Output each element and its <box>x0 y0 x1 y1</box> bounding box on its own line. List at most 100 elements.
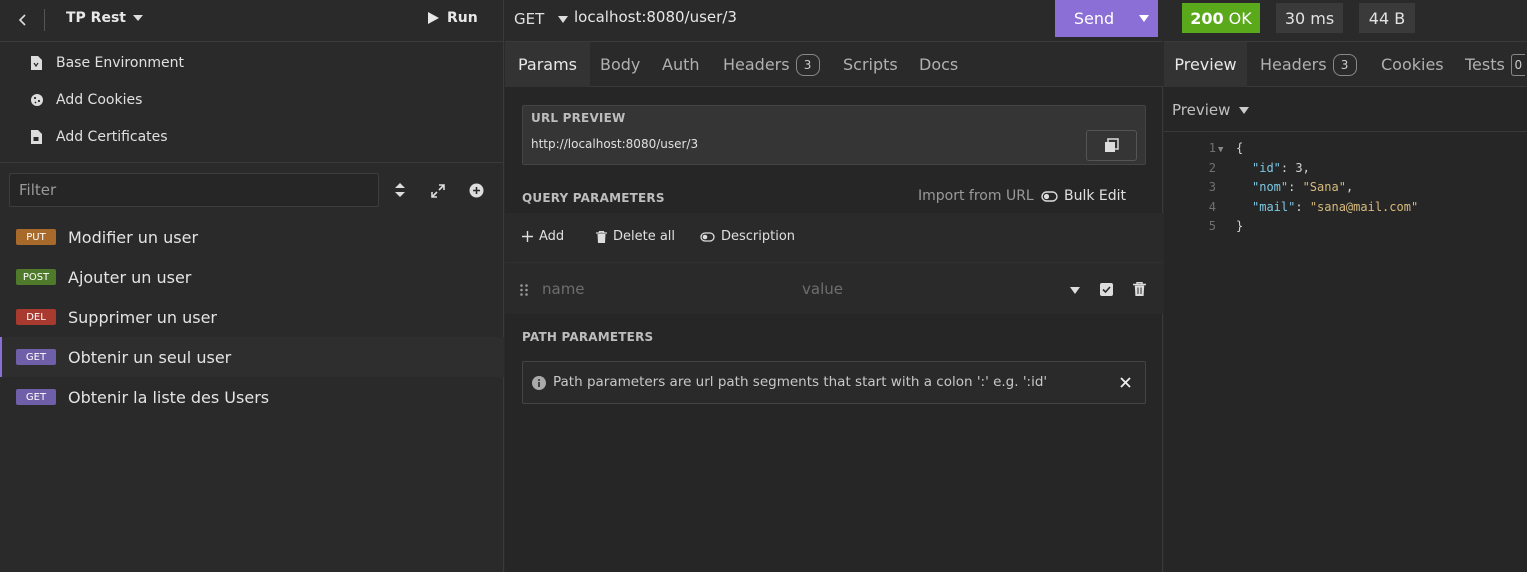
nav-base-environment[interactable]: Base Environment <box>30 55 184 71</box>
run-button[interactable]: Run <box>428 10 478 26</box>
tab-label: Tests <box>1465 55 1505 74</box>
send-button[interactable]: Send <box>1055 0 1158 37</box>
response-tabs: Preview Headers 3 Cookies Tests 0 <box>1164 42 1527 87</box>
request-item[interactable]: PUT Modifier un user <box>0 217 504 257</box>
toggle-icon <box>1041 190 1064 202</box>
send-label: Send <box>1073 9 1115 28</box>
filter-input[interactable] <box>9 173 379 207</box>
nav-add-certificates[interactable]: Add Certificates <box>30 129 168 145</box>
code-text: { <box>1236 141 1244 155</box>
request-list: PUT Modifier un user POST Ajouter un use… <box>0 217 504 417</box>
tab-label: Docs <box>919 55 959 74</box>
url-input[interactable]: localhost:8080/user/3 <box>574 8 737 26</box>
request-pane: GET localhost:8080/user/3 Send Params Bo… <box>505 0 1163 572</box>
request-item[interactable]: GET Obtenir la liste des Users <box>0 377 504 417</box>
caret-down-icon[interactable] <box>1070 287 1080 294</box>
divider <box>0 162 504 163</box>
param-name-input[interactable]: name <box>542 280 585 298</box>
line-number: 2 <box>1208 160 1216 175</box>
tab-label: Params <box>517 55 578 74</box>
preview-mode-label: Preview <box>1172 101 1231 119</box>
tests-count-badge: 0 <box>1510 53 1525 76</box>
run-label: Run <box>447 10 478 26</box>
json-key: "nom" <box>1252 180 1289 194</box>
project-name: TP Rest <box>66 10 126 26</box>
tab-cookies[interactable]: Cookies <box>1381 42 1444 87</box>
json-value: 3 <box>1295 160 1303 175</box>
tab-scripts[interactable]: Scripts <box>843 42 898 87</box>
request-item[interactable]: POST Ajouter un user <box>0 257 504 297</box>
status-text: OK <box>1228 8 1252 28</box>
preview-mode-bar: Preview <box>1164 87 1527 132</box>
method-select[interactable]: GET <box>514 10 569 28</box>
add-circle-icon[interactable] <box>469 183 484 198</box>
copy-icon <box>1104 138 1119 153</box>
copy-button[interactable] <box>1086 130 1137 161</box>
response-time-badge: 30 ms <box>1276 3 1343 33</box>
fold-icon[interactable]: ▼ <box>1218 141 1226 161</box>
headers-count-badge: 3 <box>1332 53 1357 76</box>
json-key: "id" <box>1252 160 1281 175</box>
plus-icon <box>522 231 539 242</box>
path-params-title: PATH PARAMETERS <box>522 330 654 344</box>
tab-params[interactable]: Params <box>505 42 590 87</box>
drag-handle-icon[interactable] <box>520 284 528 296</box>
request-name: Supprimer un user <box>68 307 217 327</box>
tab-tests[interactable]: Tests 0 <box>1465 42 1525 87</box>
tab-response-headers[interactable]: Headers 3 <box>1260 42 1357 87</box>
toggle-icon <box>700 231 721 242</box>
tab-docs[interactable]: Docs <box>919 42 958 87</box>
trash-icon[interactable] <box>1133 282 1146 296</box>
add-label: Add <box>539 229 565 244</box>
tab-preview[interactable]: Preview <box>1164 42 1247 87</box>
tab-label: Cookies <box>1381 55 1444 74</box>
headers-count-badge: 3 <box>795 53 820 76</box>
expand-icon[interactable] <box>431 184 445 198</box>
back-icon[interactable] <box>16 13 30 27</box>
import-from-url-link[interactable]: Import from URL <box>918 188 1034 204</box>
info-icon <box>532 376 546 390</box>
project-switcher[interactable]: TP Rest <box>66 10 143 26</box>
method-badge: DEL <box>16 309 56 325</box>
nav-label: Add Certificates <box>56 129 168 145</box>
status-badge: 200 OK <box>1182 3 1260 33</box>
trash-icon <box>596 230 613 243</box>
nav-add-cookies[interactable]: Add Cookies <box>30 92 142 108</box>
sort-icon[interactable] <box>395 183 405 197</box>
json-value: "sana@mail.com" <box>1309 199 1419 214</box>
method-badge: GET <box>16 389 56 405</box>
description-toggle[interactable]: Description <box>700 229 795 244</box>
delete-all-button[interactable]: Delete all <box>596 229 675 244</box>
code-line: 4 "mail": "sana@mail.com" <box>1164 198 1527 218</box>
tab-auth[interactable]: Auth <box>662 42 700 87</box>
caret-down-icon[interactable] <box>1139 15 1149 22</box>
param-row: name value <box>505 262 1163 314</box>
delete-all-label: Delete all <box>613 229 676 244</box>
request-name: Obtenir la liste des Users <box>68 387 270 407</box>
project-header: TP Rest Run <box>0 0 504 42</box>
sidebar: TP Rest Run Base Environment Add Cookies… <box>0 0 504 572</box>
url-bar: GET localhost:8080/user/3 Send <box>505 0 1163 42</box>
line-number: 4 <box>1208 199 1216 214</box>
tab-headers[interactable]: Headers 3 <box>723 42 820 87</box>
nav-label: Add Cookies <box>56 92 143 108</box>
param-value-input[interactable]: value <box>802 280 843 298</box>
tab-label: Body <box>600 55 641 74</box>
tab-body[interactable]: Body <box>600 42 640 87</box>
request-item[interactable]: DEL Supprimer un user <box>0 297 504 337</box>
bulk-edit-toggle[interactable]: Bulk Edit <box>1041 188 1126 204</box>
request-item-active[interactable]: GET Obtenir un seul user <box>0 337 504 377</box>
close-icon[interactable] <box>1120 377 1131 388</box>
line-number: 1 <box>1208 141 1216 155</box>
header-divider <box>44 9 45 31</box>
path-params-info: Path parameters are url path segments th… <box>522 361 1146 404</box>
request-tabs: Params Body Auth Headers 3 Scripts Docs <box>505 42 1163 87</box>
play-icon <box>428 12 439 24</box>
request-name: Obtenir un seul user <box>68 347 232 367</box>
add-param-button[interactable]: Add <box>522 229 564 244</box>
checkbox-icon[interactable] <box>1100 283 1113 296</box>
tab-label: Preview <box>1174 55 1237 74</box>
params-actions: Add Delete all Description <box>505 213 1163 262</box>
json-key: "mail" <box>1252 199 1296 214</box>
preview-mode-select[interactable]: Preview <box>1172 101 1250 119</box>
